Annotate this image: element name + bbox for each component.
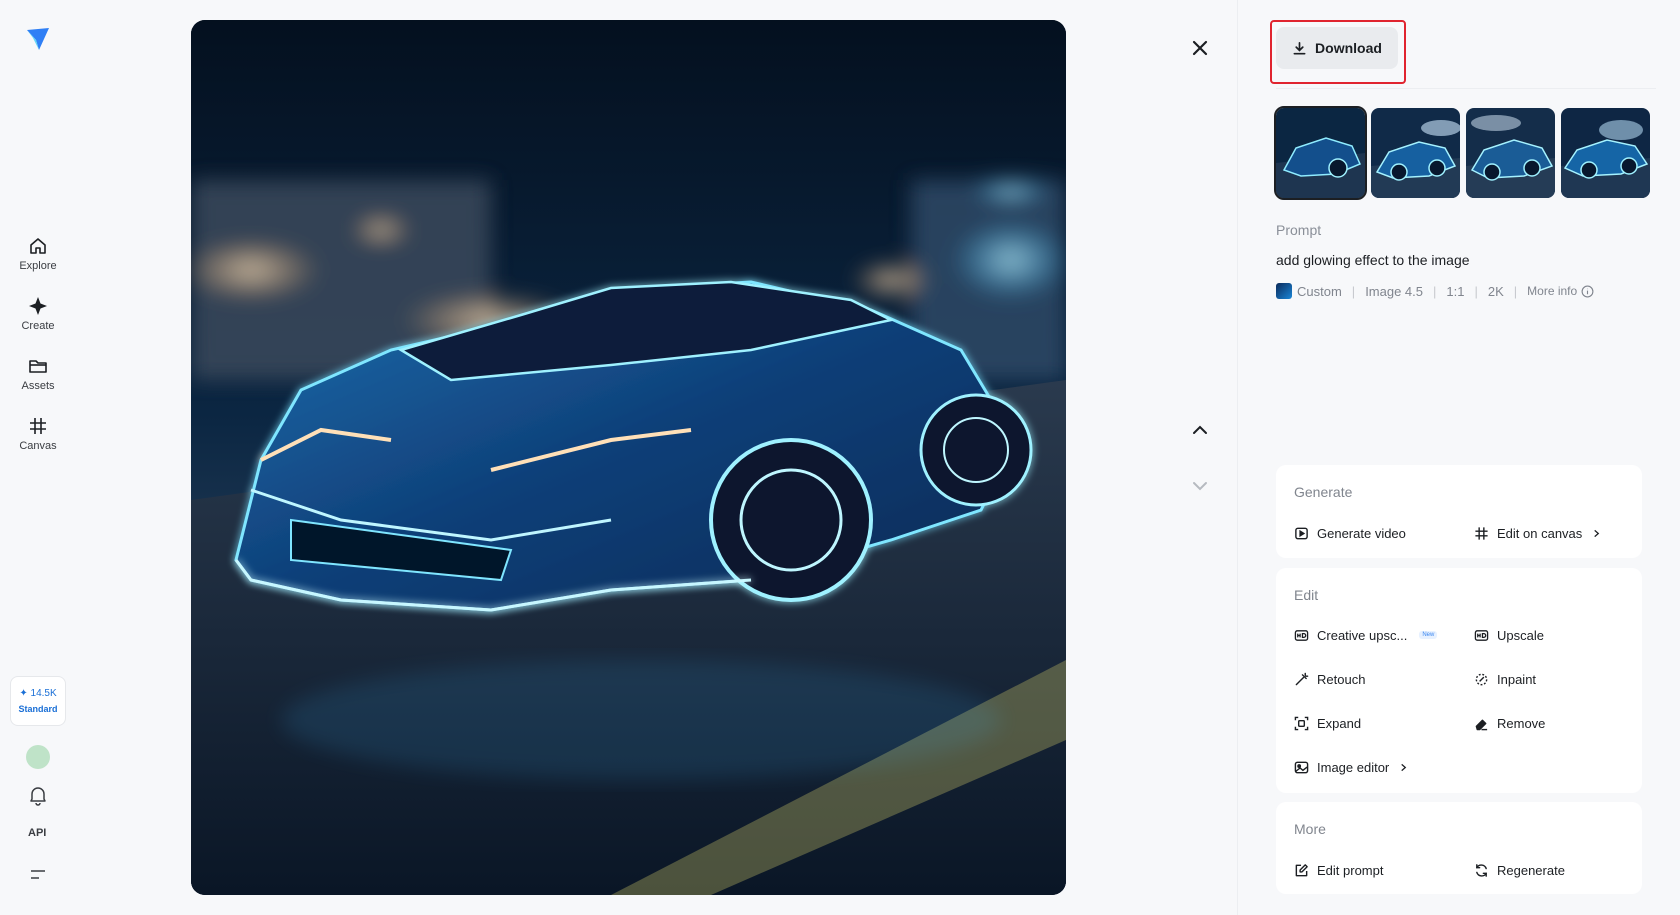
variant-thumbnail[interactable] bbox=[1466, 108, 1555, 198]
remove-label: Remove bbox=[1497, 715, 1546, 731]
image-editor-label: Image editor bbox=[1317, 759, 1390, 775]
close-icon[interactable] bbox=[1188, 36, 1212, 60]
refresh-icon bbox=[1476, 863, 1487, 877]
more-title: More bbox=[1294, 821, 1326, 837]
resolution: 2K bbox=[1487, 283, 1504, 299]
bell-icon[interactable] bbox=[27, 784, 49, 806]
edit-prompt-icon bbox=[1295, 863, 1308, 876]
expand-button[interactable]: Expand bbox=[1294, 713, 1361, 733]
plan-label: Standard bbox=[18, 704, 58, 714]
chevron-up-icon[interactable] bbox=[1188, 418, 1212, 442]
variant-thumbnails bbox=[1274, 106, 1650, 200]
details-panel: Download Prompt add glowing effect to th… bbox=[1258, 0, 1680, 915]
edit-on-canvas-label: Edit on canvas bbox=[1497, 525, 1583, 541]
generated-image bbox=[191, 20, 1066, 895]
variant-thumbnail[interactable] bbox=[1561, 108, 1650, 198]
meta-separator: | bbox=[1474, 283, 1478, 299]
edit-card: Edit Creative upsc... New Upscale Retouc… bbox=[1276, 568, 1642, 793]
generate-video-label: Generate video bbox=[1317, 525, 1406, 541]
aspect-ratio: 1:1 bbox=[1446, 283, 1465, 299]
generate-title: Generate bbox=[1294, 484, 1353, 500]
sidebar-nav: Explore Create Assets Canvas bbox=[0, 224, 76, 464]
download-label: Download bbox=[1315, 40, 1382, 56]
download-icon bbox=[1293, 41, 1306, 54]
inpaint-label: Inpaint bbox=[1497, 671, 1537, 687]
sparkle-icon bbox=[29, 297, 47, 315]
sidebar-item-label: Assets bbox=[21, 380, 55, 392]
eraser-icon bbox=[1475, 719, 1488, 730]
retouch-button[interactable]: Retouch bbox=[1294, 669, 1365, 689]
magic-wand-icon bbox=[1295, 672, 1309, 685]
panel-separator bbox=[1276, 88, 1656, 89]
sidebar-item-label: Canvas bbox=[19, 440, 57, 452]
edit-prompt-button[interactable]: Edit prompt bbox=[1294, 860, 1383, 880]
prompt-text: add glowing effect to the image bbox=[1276, 252, 1470, 268]
remove-button[interactable]: Remove bbox=[1474, 713, 1545, 733]
chevron-right-icon bbox=[1401, 763, 1407, 771]
variant-thumbnail[interactable] bbox=[1371, 108, 1460, 198]
image-editor-icon bbox=[1294, 761, 1309, 773]
menu-icon[interactable] bbox=[28, 867, 48, 883]
sidebar-item-canvas[interactable]: Canvas bbox=[6, 404, 70, 464]
inpaint-icon bbox=[1475, 673, 1488, 685]
expand-icon bbox=[1294, 716, 1309, 730]
more-card: More Edit prompt Regenerate bbox=[1276, 802, 1642, 894]
upscale-button[interactable]: Upscale bbox=[1474, 625, 1544, 645]
regenerate-label: Regenerate bbox=[1497, 862, 1565, 878]
edit-on-canvas-button[interactable]: Edit on canvas bbox=[1474, 523, 1601, 543]
credits-badge[interactable]: ✦ 14.5K Standard bbox=[10, 676, 66, 726]
avatar[interactable] bbox=[26, 745, 50, 769]
meta-separator: | bbox=[1513, 283, 1518, 299]
generate-card: Generate Generate video Edit on canvas bbox=[1276, 465, 1642, 558]
sidebar-item-label: Create bbox=[21, 320, 55, 332]
meta-separator: | bbox=[1351, 283, 1356, 299]
home-icon bbox=[30, 238, 46, 254]
sidebar-item-explore[interactable]: Explore bbox=[6, 224, 70, 284]
download-button[interactable]: Download bbox=[1276, 27, 1398, 69]
model-icon bbox=[1276, 283, 1292, 299]
prompt-label: Prompt bbox=[1276, 222, 1322, 238]
edit-title: Edit bbox=[1294, 587, 1319, 603]
panel-divider bbox=[1237, 0, 1238, 915]
canvas-icon bbox=[1475, 526, 1488, 540]
app-logo[interactable] bbox=[25, 26, 51, 52]
variant-thumbnail[interactable] bbox=[1274, 106, 1367, 200]
inpaint-button[interactable]: Inpaint bbox=[1474, 669, 1536, 689]
canvas-icon bbox=[30, 418, 46, 434]
image-editor-button[interactable]: Image editor bbox=[1294, 757, 1408, 777]
meta-separator: | bbox=[1433, 283, 1437, 299]
edit-prompt-label: Edit prompt bbox=[1317, 862, 1384, 878]
hd-icon bbox=[1294, 629, 1309, 641]
model-version: Image 4.5 bbox=[1365, 283, 1424, 299]
model-name: Custom bbox=[1297, 283, 1342, 299]
regenerate-button[interactable]: Regenerate bbox=[1474, 860, 1565, 880]
sidebar-item-assets[interactable]: Assets bbox=[6, 344, 70, 404]
api-link[interactable]: API bbox=[28, 827, 46, 839]
expand-label: Expand bbox=[1317, 715, 1362, 731]
generation-meta: Custom | Image 4.5 | 1:1 | 2K | More inf… bbox=[1276, 283, 1594, 299]
sidebar-item-label: Explore bbox=[19, 260, 57, 272]
retouch-label: Retouch bbox=[1317, 671, 1366, 687]
folder-icon bbox=[29, 360, 47, 373]
chevron-down-icon[interactable] bbox=[1188, 474, 1212, 498]
credit-star-icon: ✦ bbox=[19, 688, 28, 699]
generate-video-button[interactable]: Generate video bbox=[1294, 523, 1406, 543]
creative-upscale-label: Creative upsc... bbox=[1317, 627, 1408, 643]
info-icon[interactable] bbox=[1581, 285, 1594, 298]
new-badge: New bbox=[1419, 631, 1438, 639]
more-info-link[interactable]: More info bbox=[1527, 284, 1577, 298]
sidebar-item-create[interactable]: Create bbox=[6, 284, 70, 344]
hd-icon bbox=[1474, 629, 1489, 641]
creative-upscale-button[interactable]: Creative upsc... New bbox=[1294, 625, 1438, 645]
car-image bbox=[191, 20, 1066, 895]
video-icon bbox=[1295, 527, 1308, 539]
left-sidebar: Explore Create Assets Canvas ✦ 14.5K Sta… bbox=[0, 0, 76, 915]
upscale-label: Upscale bbox=[1497, 627, 1544, 643]
credits-amount: 14.5K bbox=[30, 688, 57, 699]
chevron-right-icon bbox=[1594, 529, 1600, 537]
credits-amount-row: ✦ 14.5K bbox=[19, 688, 56, 699]
